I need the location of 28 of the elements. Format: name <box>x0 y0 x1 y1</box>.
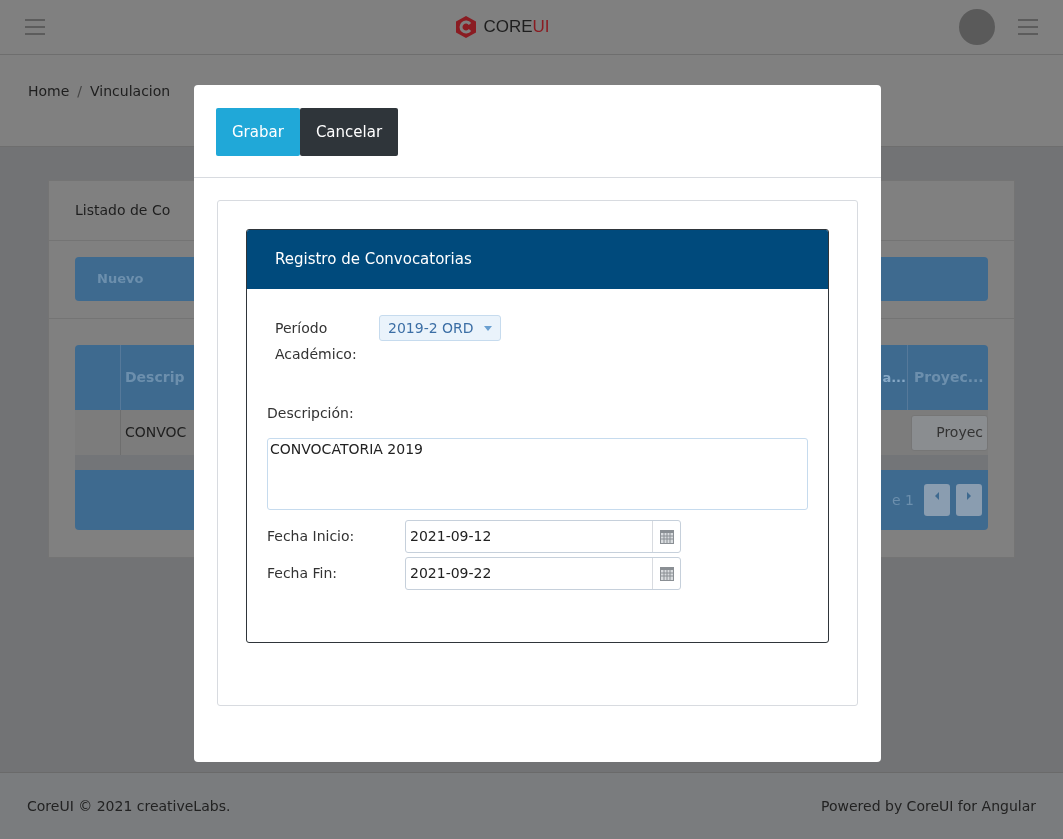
modal-button[interactable]: Grabar <box>216 108 300 156</box>
period-label: Período Académico: <box>275 319 358 364</box>
calendar-icon[interactable] <box>658 565 675 582</box>
logo-icon <box>455 15 478 39</box>
calendar-icon[interactable] <box>658 528 675 545</box>
period-dropdown[interactable]: 2019-2 ORD <box>379 315 501 341</box>
logo-text: COREUI <box>483 16 550 39</box>
caret-icon <box>483 325 492 331</box>
date-field[interactable]: 2021-09-12 <box>405 520 681 553</box>
avatar[interactable] <box>959 9 995 45</box>
column-header[interactable]: a... <box>882 367 907 388</box>
menu-icon[interactable] <box>24 18 46 36</box>
powered-by-text: Powered by CoreUI for Angular <box>821 796 1036 816</box>
breadcrumb-separator: / <box>77 82 83 101</box>
breadcrumb-link[interactable]: Home <box>28 81 70 102</box>
panel-title: Registro de Convocatorias <box>275 249 472 271</box>
description-field[interactable]: CONVOCATORIA 2019 <box>267 438 808 510</box>
card-title: Listado de Co <box>75 201 171 220</box>
copyright-text: CoreUI © 2021 creativeLabs. <box>27 796 231 816</box>
menu-icon[interactable] <box>1017 18 1039 36</box>
breadcrumb-link[interactable]: Vinculacion <box>90 81 171 102</box>
date-label: Fecha Inicio: <box>267 527 356 546</box>
date-field[interactable]: 2021-09-22 <box>405 557 681 590</box>
row-action-button[interactable]: Proyec <box>911 414 988 451</box>
date-label: Fecha Fin: <box>267 564 338 583</box>
modal-button[interactable]: Cancelar <box>299 108 399 156</box>
previous-page-icon[interactable] <box>924 484 950 516</box>
next-page-icon[interactable] <box>956 484 982 516</box>
